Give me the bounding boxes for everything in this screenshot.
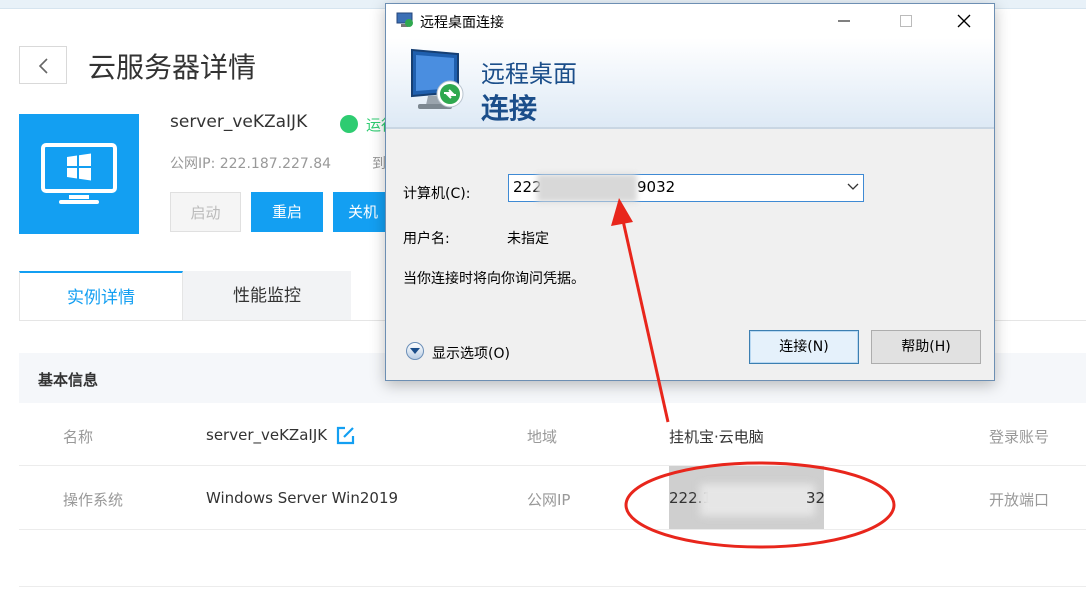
username-value: 未指定: [507, 231, 549, 247]
remote-desktop-monitor-icon: [406, 46, 472, 116]
region-value: 挂机宝·云电脑: [669, 428, 764, 446]
tab-performance-monitor[interactable]: 性能监控: [183, 271, 351, 320]
start-button[interactable]: 启动: [170, 192, 241, 232]
computer-value-suffix: 9032: [637, 178, 676, 196]
row-divider: [19, 529, 1086, 530]
os-label: 操作系统: [63, 491, 124, 509]
row-divider: [19, 586, 1086, 587]
name-label: 名称: [63, 428, 94, 446]
banner-title-line2: 连接: [481, 92, 538, 125]
banner-divider: [386, 127, 994, 129]
restart-button[interactable]: 重启: [251, 192, 323, 232]
computer-label: 计算机(C):: [403, 186, 471, 202]
connect-button[interactable]: 连接(N): [749, 330, 859, 364]
os-value: Windows Server Win2019: [206, 489, 399, 507]
name-value: server_veKZaIJK: [206, 426, 328, 444]
expand-options-icon[interactable]: [406, 342, 424, 360]
public-ip-text: 公网IP: 222.187.227.84: [170, 156, 332, 172]
minimize-button[interactable]: [832, 9, 856, 33]
credentials-note: 当你连接时将向你询问凭据。: [403, 271, 585, 287]
public-ip-value-tail: 32: [806, 489, 826, 507]
username-label: 用户名:: [403, 231, 450, 247]
computer-combobox[interactable]: 222 9032: [508, 174, 864, 202]
ip-redaction-blur: [700, 484, 815, 516]
show-options-link[interactable]: 显示选项(O): [432, 343, 510, 363]
close-button[interactable]: [948, 9, 978, 33]
maximize-button[interactable]: [894, 9, 918, 33]
close-icon: [957, 14, 971, 28]
region-label: 地域: [527, 428, 558, 446]
server-name: server_veKZaIJK: [170, 112, 308, 132]
shutdown-button[interactable]: 关机: [333, 192, 393, 232]
edit-icon[interactable]: [336, 426, 355, 449]
tab-instance-details[interactable]: 实例详情: [19, 271, 183, 320]
public-ip-label: 公网IP: [527, 491, 571, 509]
login-account-label: 登录账号: [989, 428, 1050, 446]
back-button[interactable]: [19, 46, 67, 84]
windows-server-icon: [19, 114, 139, 234]
chevron-left-icon: [38, 58, 48, 74]
rdp-app-icon: [396, 12, 414, 32]
row-divider: [19, 465, 1086, 466]
computer-redaction: [537, 174, 637, 202]
dialog-title: 远程桌面连接: [420, 15, 504, 31]
dialog-banner: [386, 38, 994, 128]
banner-title-line1: 远程桌面: [481, 60, 577, 88]
page-title: 云服务器详情: [88, 51, 257, 84]
chevron-down-icon[interactable]: [847, 183, 859, 191]
minimize-icon: [838, 20, 850, 22]
open-port-label: 开放端口: [989, 491, 1050, 509]
maximize-icon: [900, 15, 912, 27]
expire-label: 到: [372, 156, 386, 172]
section-title: 基本信息: [38, 371, 99, 389]
help-button[interactable]: 帮助(H): [871, 330, 981, 364]
rdp-dialog: 远程桌面连接 远程桌面 连接 计算机(C): 222 9032 用户名: 未指定…: [385, 3, 995, 381]
status-indicator: [340, 115, 358, 133]
